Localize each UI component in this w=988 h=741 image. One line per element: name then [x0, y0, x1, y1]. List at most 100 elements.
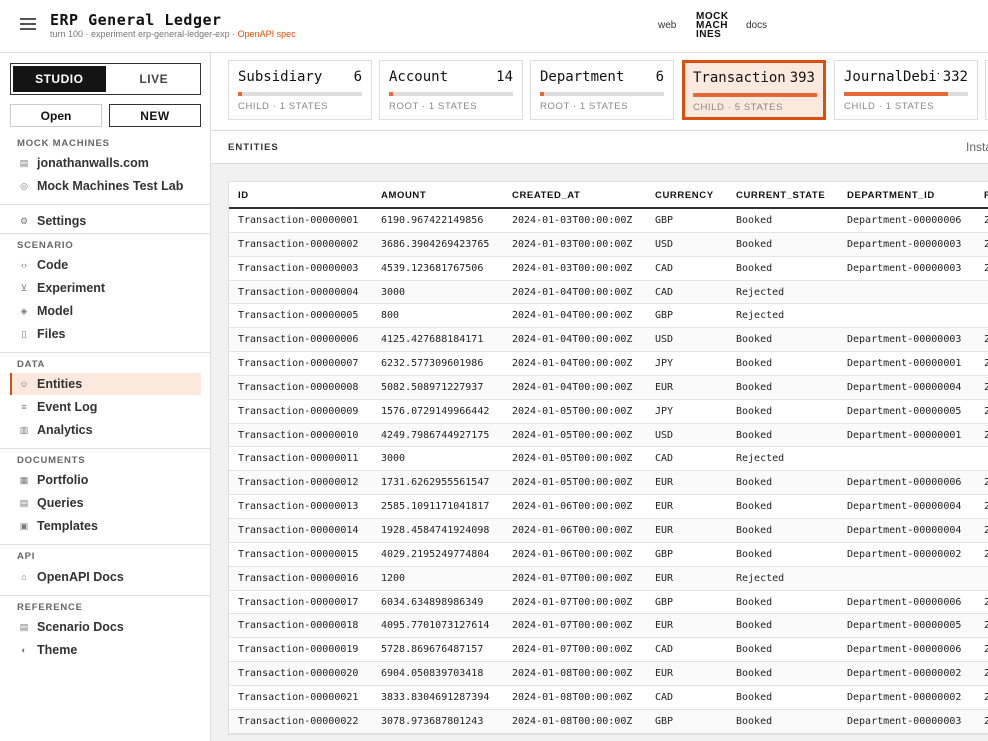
column-header-id[interactable]: ID — [238, 190, 249, 201]
table-row[interactable]: Transaction-00000001 6190.967422149856 202… — [229, 209, 988, 233]
entity-card-subsidiary[interactable]: Subsidiary 6 CHILD · 1 STATES — [228, 60, 372, 120]
sidebar-item-label: Mock Machines Test Lab — [37, 179, 184, 193]
sidebar-item-label: Files — [37, 327, 66, 341]
sidebar-item-label: Model — [37, 304, 74, 318]
cell-amount: 6034.634898986349 — [381, 596, 484, 608]
entity-card-journaldebit[interactable]: JournalDebit 332 CHILD · 1 STATES — [834, 60, 978, 120]
cell-current-state: Booked — [736, 715, 773, 727]
table-row[interactable]: Transaction-00000015 4029.2195249774804 20… — [229, 543, 988, 567]
cell-amount: 5082.508971227937 — [381, 381, 484, 393]
openapi-spec-link[interactable]: OpenAPI spec — [238, 29, 296, 39]
entity-card-department[interactable]: Department 6 ROOT · 1 STATES — [530, 60, 674, 120]
sidebar-item-theme[interactable]: ◐ Theme — [10, 639, 201, 661]
table-row[interactable]: Transaction-00000013 2585.1091171041817 20… — [229, 495, 988, 519]
cell-current-state: Booked — [736, 215, 773, 226]
table-row[interactable]: Transaction-00000019 5728.869676487157 202… — [229, 638, 988, 663]
cell-id: Transaction-00000019 — [238, 644, 359, 656]
column-header-department-id[interactable]: DEPARTMENT_ID — [847, 190, 935, 201]
studio-toggle[interactable]: STUDIO — [13, 66, 106, 92]
sidebar-item-queries[interactable]: ▤ Queries — [10, 492, 201, 514]
nav-docs-link[interactable]: docs — [746, 20, 767, 31]
nav-web-link[interactable]: web — [658, 20, 676, 31]
column-header-amount[interactable]: AMOUNT — [381, 190, 426, 201]
entity-card-count: 14 — [496, 69, 513, 85]
sidebar-item-templates[interactable]: ▣ Templates — [10, 515, 201, 537]
live-toggle[interactable]: LIVE — [108, 64, 201, 94]
sidebar-item-openapi-docs[interactable]: ⌂ OpenAPI Docs — [10, 566, 201, 588]
sidebar-item-event-log[interactable]: ≡ Event Log — [10, 396, 201, 418]
column-header-currency[interactable]: CURRENCY — [655, 190, 714, 201]
entity-card-meta: ROOT · 1 STATES — [540, 101, 629, 112]
sidebar-item-experiment[interactable]: ⊻ Experiment — [10, 277, 201, 299]
sidebar-item-label: Analytics — [37, 423, 93, 437]
cell-p: 2 — [984, 429, 988, 441]
subtitle-text: turn 100 · experiment erp-general-ledger… — [50, 29, 236, 39]
table-row[interactable]: Transaction-00000005 800 2024-01-04T00:00:… — [229, 304, 988, 329]
sidebar-item-analytics[interactable]: ▥ Analytics — [10, 419, 201, 441]
open-button[interactable]: Open — [10, 104, 102, 127]
table-row[interactable]: Transaction-00000014 1928.4584741924098 20… — [229, 518, 988, 543]
cell-id: Transaction-00000016 — [238, 572, 359, 584]
cell-id: Transaction-00000008 — [238, 381, 359, 393]
table-row[interactable]: Transaction-00000018 4095.7701073127614 20… — [229, 614, 988, 639]
cell-id: Transaction-00000015 — [238, 548, 359, 560]
instance-link[interactable]: Insta — [966, 140, 988, 154]
table-row[interactable]: Transaction-00000011 3000 2024-01-05T00:00… — [229, 447, 988, 472]
cell-current-state: Booked — [736, 548, 773, 560]
cell-currency: USD — [655, 334, 674, 346]
cell-current-state: Booked — [736, 691, 773, 703]
cell-created-at: 2024-01-08T00:00:00Z — [512, 715, 633, 727]
sidebar-item-portfolio[interactable]: ▦ Portfolio — [10, 469, 201, 491]
cell-amount: 1576.0729149966442 — [381, 405, 490, 417]
table-row[interactable]: Transaction-00000017 6034.634898986349 202… — [229, 591, 988, 615]
entity-cards: Subsidiary 6 CHILD · 1 STATES Account 14… — [211, 53, 988, 131]
sidebar-item-model[interactable]: ◈ Model — [10, 300, 201, 322]
divider — [0, 352, 210, 353]
table-row[interactable]: Transaction-00000008 5082.508971227937 202… — [229, 375, 988, 400]
new-button[interactable]: NEW — [109, 104, 201, 127]
sidebar-item-entities[interactable]: ☺ Entities — [10, 373, 201, 395]
sidebar-item-code[interactable]: ‹› Code — [10, 254, 201, 276]
cell-department-id: Department-00000003 — [847, 715, 962, 727]
sidebar-item-files[interactable]: ▯ Files — [10, 323, 201, 345]
column-header-current-state[interactable]: CURRENT_STATE — [736, 190, 825, 201]
table-row[interactable]: Transaction-00000004 3000 2024-01-04T00:00… — [229, 280, 988, 305]
entity-card-progress — [238, 92, 362, 96]
cell-amount: 2585.1091171041817 — [381, 501, 490, 513]
sidebar-item-mock-lab[interactable]: ◎ Mock Machines Test Lab — [10, 175, 201, 197]
section-api: API — [17, 551, 36, 562]
column-header-created-at[interactable]: CREATED_AT — [512, 190, 580, 201]
cell-p: 2 — [984, 668, 988, 680]
table-row[interactable]: Transaction-00000021 3833.8304691287394 20… — [229, 686, 988, 710]
cell-department-id: Department-00000003 — [847, 334, 962, 346]
entity-card-progress — [844, 92, 968, 96]
table-row[interactable]: Transaction-00000009 1576.0729149966442 20… — [229, 400, 988, 424]
sidebar-item-scenario-docs[interactable]: ▤ Scenario Docs — [10, 616, 201, 638]
table-row[interactable]: Transaction-00000020 6904.050839703418 202… — [229, 662, 988, 686]
table-row[interactable]: Transaction-00000012 1731.6262955561547 20… — [229, 471, 988, 496]
cell-currency: JPY — [655, 405, 674, 417]
entity-card-count: 6 — [353, 69, 362, 85]
table-row[interactable]: Transaction-00000002 3686.3904269423765 20… — [229, 232, 988, 257]
entity-card-transaction[interactable]: Transaction 393 CHILD · 5 STATES — [682, 60, 826, 120]
entity-card-count: 332 — [942, 69, 968, 85]
column-header-p[interactable]: P — [984, 190, 988, 201]
cell-created-at: 2024-01-05T00:00:00Z — [512, 429, 633, 441]
table-row[interactable]: Transaction-00000022 3078.973687801243 202… — [229, 709, 988, 734]
sidebar-item-settings[interactable]: ⚙ Settings — [10, 210, 201, 232]
table-row[interactable]: Transaction-00000016 1200 2024-01-07T00:00… — [229, 566, 988, 591]
sidebar: STUDIO LIVE Open NEW MOCK MACHINES ▤ jona… — [0, 53, 211, 741]
table-row[interactable]: Transaction-00000007 6232.577309601986 202… — [229, 352, 988, 376]
cell-currency: USD — [655, 429, 674, 441]
sidebar-item-label: Settings — [37, 214, 87, 228]
sidebar-item-label: Entities — [37, 377, 83, 391]
table-row[interactable]: Transaction-00000003 4539.123681767506 202… — [229, 257, 988, 281]
table-row[interactable]: Transaction-00000010 4249.7986744927175 20… — [229, 423, 988, 448]
cell-amount: 800 — [381, 310, 400, 322]
sidebar-item-jonathanwalls[interactable]: ▤ jonathanwalls.com — [10, 152, 201, 174]
mock-machines-logo[interactable]: MOCK MACH INES — [696, 12, 729, 40]
code-icon: ‹› — [21, 260, 27, 270]
menu-icon[interactable] — [20, 18, 36, 31]
table-row[interactable]: Transaction-00000006 4125.427688184171 202… — [229, 328, 988, 353]
entity-card-account[interactable]: Account 14 ROOT · 1 STATES — [379, 60, 523, 120]
